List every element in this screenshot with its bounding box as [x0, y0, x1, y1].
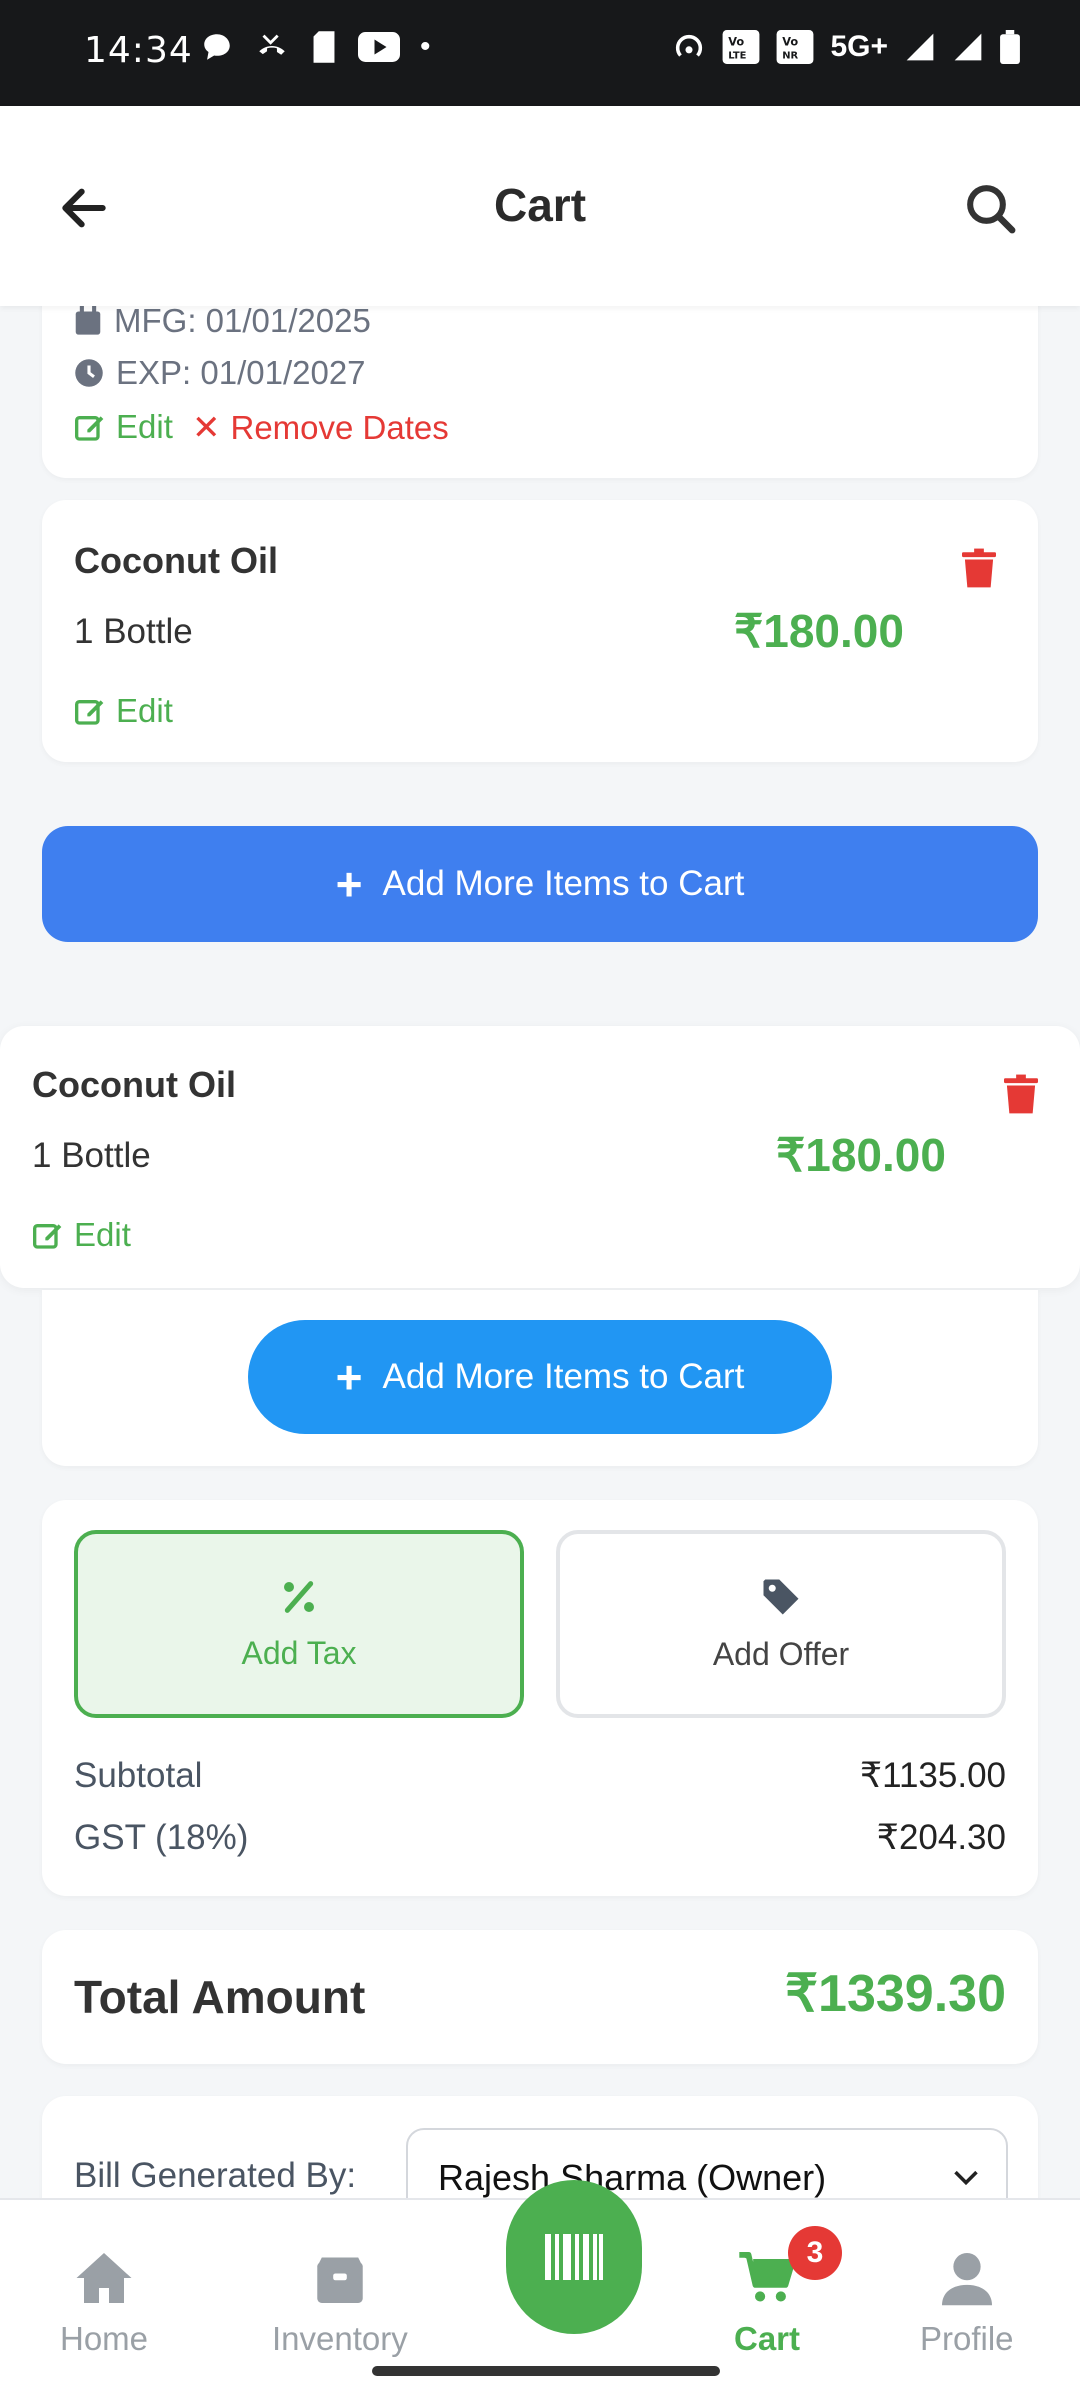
network-type: 5G+: [830, 30, 888, 63]
app-bar: Cart: [0, 106, 1080, 306]
barcode-icon: [545, 2234, 603, 2280]
home-icon: [76, 2253, 132, 2303]
add-more-items-pill-button[interactable]: + Add More Items to Cart: [248, 1320, 832, 1434]
sim-card-icon: [313, 31, 335, 63]
edit-icon: [33, 1224, 62, 1249]
youtube-icon: [358, 32, 400, 62]
plus-icon: +: [335, 1351, 363, 1403]
trash-icon[interactable]: [1004, 1074, 1038, 1114]
add-more-items-button[interactable]: + Add More Items to Cart: [42, 826, 1038, 942]
chat-icon: [204, 34, 230, 60]
subtotal-label: Subtotal: [74, 1756, 203, 1795]
percent-icon: [284, 1580, 314, 1613]
clock-icon: [75, 359, 103, 387]
item-quantity: 1 Bottle: [74, 612, 193, 651]
subtotal-value: ₹1135.00: [859, 1756, 1006, 1795]
remove-dates-button[interactable]: ✕ Remove Dates: [192, 408, 449, 448]
missed-call-icon: [259, 34, 285, 55]
gst-value: ₹204.30: [876, 1818, 1006, 1857]
bill-generated-label: Bill Generated By:: [74, 2156, 357, 2195]
edit-button[interactable]: Edit: [32, 1216, 131, 1254]
trash-icon[interactable]: [962, 548, 996, 588]
svg-text:LTE: LTE: [729, 50, 747, 61]
exp-date: EXP: 01/01/2027: [74, 354, 366, 392]
signal-icon: [906, 33, 934, 61]
nav-inventory[interactable]: Inventory: [272, 2250, 408, 2358]
notification-icons: •: [200, 30, 431, 64]
item-name: Coconut Oil: [32, 1064, 236, 1105]
edit-button-first[interactable]: Edit: [74, 408, 173, 446]
box-icon: [317, 2257, 363, 2303]
nav-profile[interactable]: Profile: [920, 2250, 1014, 2358]
cart-count-badge: 3: [788, 2226, 842, 2280]
add-offer-button[interactable]: Add Offer: [556, 1530, 1006, 1718]
battery-icon: [1000, 30, 1020, 64]
vonr-icon: VoNR: [777, 30, 814, 64]
nav-home[interactable]: Home: [60, 2250, 148, 2358]
svg-text:Vo: Vo: [783, 35, 799, 49]
system-icons: Vo LTE Vo NR 5G+: [672, 30, 1020, 64]
home-indicator: [372, 2366, 720, 2376]
item-price: ₹180.00: [734, 605, 904, 657]
status-bar: 14:34 • Vo LTE Vo NR 5G+: [0, 0, 1080, 106]
dot-icon: •: [420, 30, 431, 63]
add-tax-button[interactable]: Add Tax: [74, 1530, 524, 1718]
item-name: Coconut Oil: [74, 540, 278, 581]
volte-icon: VoLTE: [723, 30, 760, 64]
nav-cart[interactable]: Cart: [734, 2250, 800, 2358]
total-amount-value: ₹1339.30: [784, 1965, 1006, 2023]
search-icon[interactable]: [962, 180, 1018, 236]
svg-text:NR: NR: [783, 50, 799, 61]
total-amount-label: Total Amount: [74, 1971, 366, 2023]
hotspot-icon: [676, 34, 703, 57]
chevron-down-icon: [954, 2170, 978, 2186]
close-icon: ✕: [192, 409, 221, 447]
item-quantity: 1 Bottle: [32, 1136, 151, 1175]
tag-icon: [763, 1579, 799, 1614]
edit-icon: [75, 700, 104, 725]
mfg-date: MFG: 01/01/2025: [74, 302, 371, 340]
barcode-scan-button[interactable]: [506, 2180, 642, 2334]
user-icon: [941, 2253, 992, 2306]
edit-button[interactable]: Edit: [74, 692, 173, 730]
status-time: 14:34: [84, 30, 193, 71]
edit-icon: [75, 416, 104, 441]
signal-icon-2: [954, 33, 982, 61]
gst-label: GST (18%): [74, 1818, 249, 1857]
svg-text:Vo: Vo: [729, 35, 745, 49]
page-title: Cart: [493, 179, 587, 231]
plus-icon: +: [335, 858, 363, 910]
item-price: ₹180.00: [776, 1129, 946, 1181]
calendar-icon: [75, 306, 101, 335]
